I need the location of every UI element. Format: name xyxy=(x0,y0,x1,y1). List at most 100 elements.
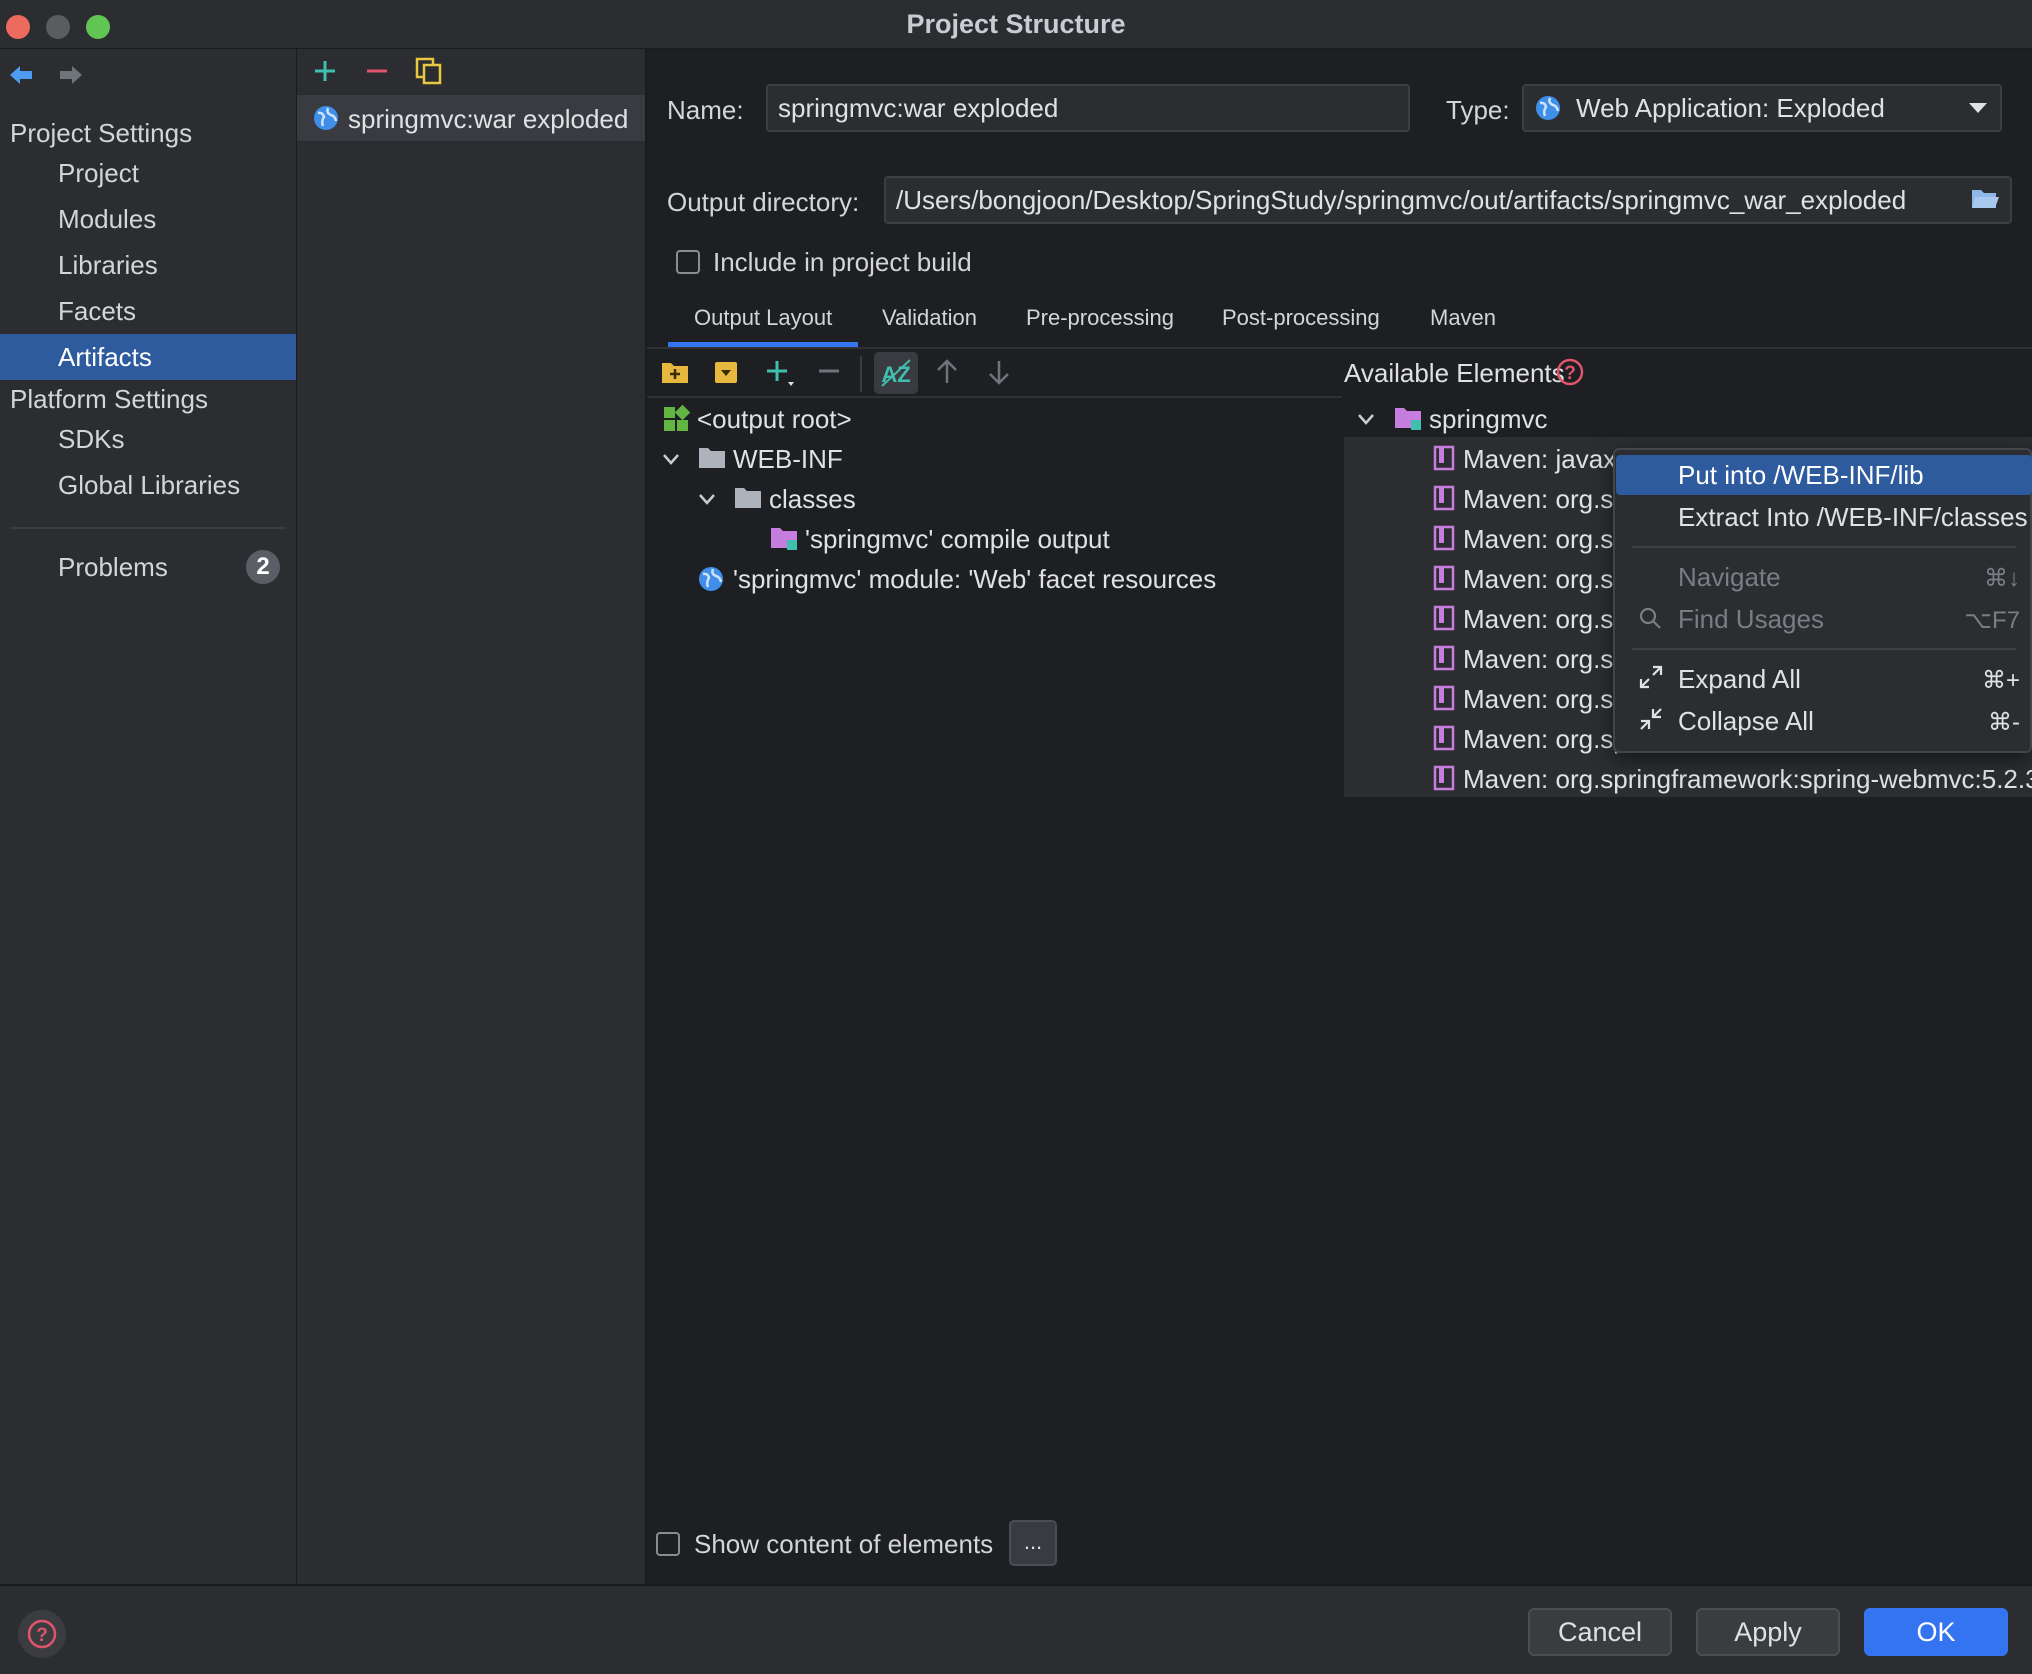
type-dropdown[interactable]: Web Application: Exploded xyxy=(1522,84,2002,132)
nav-item-modules[interactable]: Modules xyxy=(0,196,296,242)
maven-library-item[interactable]: Maven: org.sp xyxy=(1463,524,1628,555)
project-settings-header: Project Settings xyxy=(10,118,193,148)
sort-elements-button[interactable]: AZ xyxy=(874,352,918,394)
menu-item-put-into-lib[interactable]: Put into /WEB-INF/lib xyxy=(1678,460,1924,491)
svg-text:?: ? xyxy=(1564,363,1576,384)
toolbar-border xyxy=(647,396,1342,398)
browse-folder-icon[interactable] xyxy=(1970,186,2000,212)
maven-library-item[interactable]: Maven: org.sp xyxy=(1463,724,1628,755)
artifact-editor xyxy=(647,49,2032,1584)
nav-item-libraries[interactable]: Libraries xyxy=(0,242,296,288)
move-up-icon[interactable] xyxy=(934,358,960,386)
remove-element-icon[interactable] xyxy=(816,358,842,384)
forward-arrow-icon[interactable] xyxy=(58,62,84,88)
menu-item-navigate[interactable]: Navigate xyxy=(1678,562,1781,593)
nav-item-artifacts[interactable]: Artifacts xyxy=(0,334,296,380)
remove-artifact-icon[interactable] xyxy=(364,58,390,84)
find-usages-shortcut: ⌥F7 xyxy=(1964,607,2020,634)
library-icon xyxy=(1431,525,1457,551)
nav-item-global-libraries[interactable]: Global Libraries xyxy=(0,462,296,508)
springmvc-module-node[interactable]: springmvc xyxy=(1429,404,1547,435)
tab-pre-processing[interactable]: Pre-processing xyxy=(1026,305,1174,345)
window-title: Project Structure xyxy=(906,9,1126,39)
maven-library-item[interactable]: Maven: javax xyxy=(1463,444,1616,475)
library-icon xyxy=(1431,645,1457,671)
classes-node[interactable]: classes xyxy=(769,484,856,515)
move-down-icon[interactable] xyxy=(986,358,1012,386)
menu-separator xyxy=(1632,546,2016,548)
toolbar-separator xyxy=(860,356,862,392)
tab-maven[interactable]: Maven xyxy=(1430,305,1496,345)
collapse-icon xyxy=(1638,706,1664,732)
show-content-checkbox[interactable] xyxy=(656,1532,680,1556)
show-content-options-button[interactable]: ... xyxy=(1009,1520,1057,1566)
menu-item-extract-into-classes[interactable]: Extract Into /WEB-INF/classes xyxy=(1678,502,2028,533)
tab-output-layout[interactable]: Output Layout xyxy=(694,305,832,345)
ok-button[interactable]: OK xyxy=(1864,1608,2008,1656)
module-folder-icon xyxy=(1393,405,1423,433)
new-directory-icon[interactable] xyxy=(660,358,690,386)
name-field[interactable]: springmvc:war exploded xyxy=(766,84,1410,132)
chevron-down-icon[interactable] xyxy=(1968,100,1988,116)
available-elements-title: Available Elements xyxy=(1344,358,1565,388)
compile-output-node[interactable]: 'springmvc' compile output xyxy=(805,524,1110,555)
maven-library-item[interactable]: Maven: org.springframework:spring-webmvc… xyxy=(1463,764,2032,795)
menu-item-find-usages[interactable]: Find Usages xyxy=(1678,604,1824,635)
library-icon xyxy=(1431,765,1457,791)
collapse-all-shortcut: ⌘- xyxy=(1988,709,2020,736)
output-root-node[interactable]: <output root> xyxy=(697,404,852,435)
chevron-down-icon[interactable] xyxy=(696,488,718,510)
apply-button[interactable]: Apply xyxy=(1696,1608,1840,1656)
problems-count-badge: 2 xyxy=(246,550,280,584)
expand-all-shortcut: ⌘+ xyxy=(1981,667,2020,694)
expand-icon xyxy=(1638,664,1664,690)
type-globe-icon xyxy=(1534,94,1562,122)
facet-resources-node[interactable]: 'springmvc' module: 'Web' facet resource… xyxy=(733,564,1216,595)
web-globe-icon xyxy=(697,565,725,593)
help-button[interactable]: ? xyxy=(18,1610,66,1658)
nav-divider xyxy=(10,527,286,529)
tab-post-processing[interactable]: Post-processing xyxy=(1222,305,1380,345)
output-root-icon xyxy=(662,405,690,433)
output-directory-label: Output directory: xyxy=(667,187,860,217)
name-label: Name: xyxy=(667,95,744,125)
nav-item-project[interactable]: Project xyxy=(0,150,296,196)
cancel-button[interactable]: Cancel xyxy=(1528,1608,1672,1656)
add-copy-of-icon[interactable] xyxy=(764,358,798,388)
menu-separator xyxy=(1632,648,2016,650)
svg-text:?: ? xyxy=(36,1625,48,1646)
active-tab-indicator xyxy=(668,342,858,347)
output-directory-field[interactable]: /Users/bongjoon/Desktop/SpringStudy/spri… xyxy=(884,176,2012,224)
create-archive-icon[interactable] xyxy=(712,358,740,386)
folder-icon xyxy=(697,445,727,471)
copy-artifact-icon[interactable] xyxy=(414,56,444,86)
include-in-build-checkbox[interactable] xyxy=(676,250,700,274)
maven-library-item[interactable]: Maven: org.sp xyxy=(1463,604,1628,635)
library-icon xyxy=(1431,445,1457,471)
module-output-icon xyxy=(769,525,799,553)
library-icon xyxy=(1431,605,1457,631)
maven-library-item[interactable]: Maven: org.sp xyxy=(1463,564,1628,595)
maven-library-item[interactable]: Maven: org.sp xyxy=(1463,684,1628,715)
maven-library-item[interactable]: Maven: org.sp xyxy=(1463,644,1628,675)
artifact-list-item-label: springmvc:war exploded xyxy=(348,104,629,134)
menu-item-collapse-all[interactable]: Collapse All xyxy=(1678,706,1814,737)
show-content-label: Show content of elements xyxy=(694,1529,994,1559)
chevron-down-icon[interactable] xyxy=(1355,408,1377,430)
help-icon[interactable]: ? xyxy=(1556,358,1584,386)
nav-item-sdks[interactable]: SDKs xyxy=(0,416,296,462)
menu-item-expand-all[interactable]: Expand All xyxy=(1678,664,1801,695)
library-icon xyxy=(1431,685,1457,711)
web-globe-icon xyxy=(312,104,340,132)
library-icon xyxy=(1431,565,1457,591)
add-artifact-icon[interactable] xyxy=(312,58,338,84)
web-inf-node[interactable]: WEB-INF xyxy=(733,444,843,475)
back-arrow-icon[interactable] xyxy=(8,62,34,88)
folder-icon xyxy=(733,485,763,511)
tab-validation[interactable]: Validation xyxy=(882,305,977,345)
chevron-down-icon[interactable] xyxy=(660,448,682,470)
nav-item-facets[interactable]: Facets xyxy=(0,288,296,334)
maven-library-item[interactable]: Maven: org.sp xyxy=(1463,484,1628,515)
include-in-build-label: Include in project build xyxy=(713,247,972,277)
navigate-shortcut: ⌘↓ xyxy=(1984,565,2020,592)
